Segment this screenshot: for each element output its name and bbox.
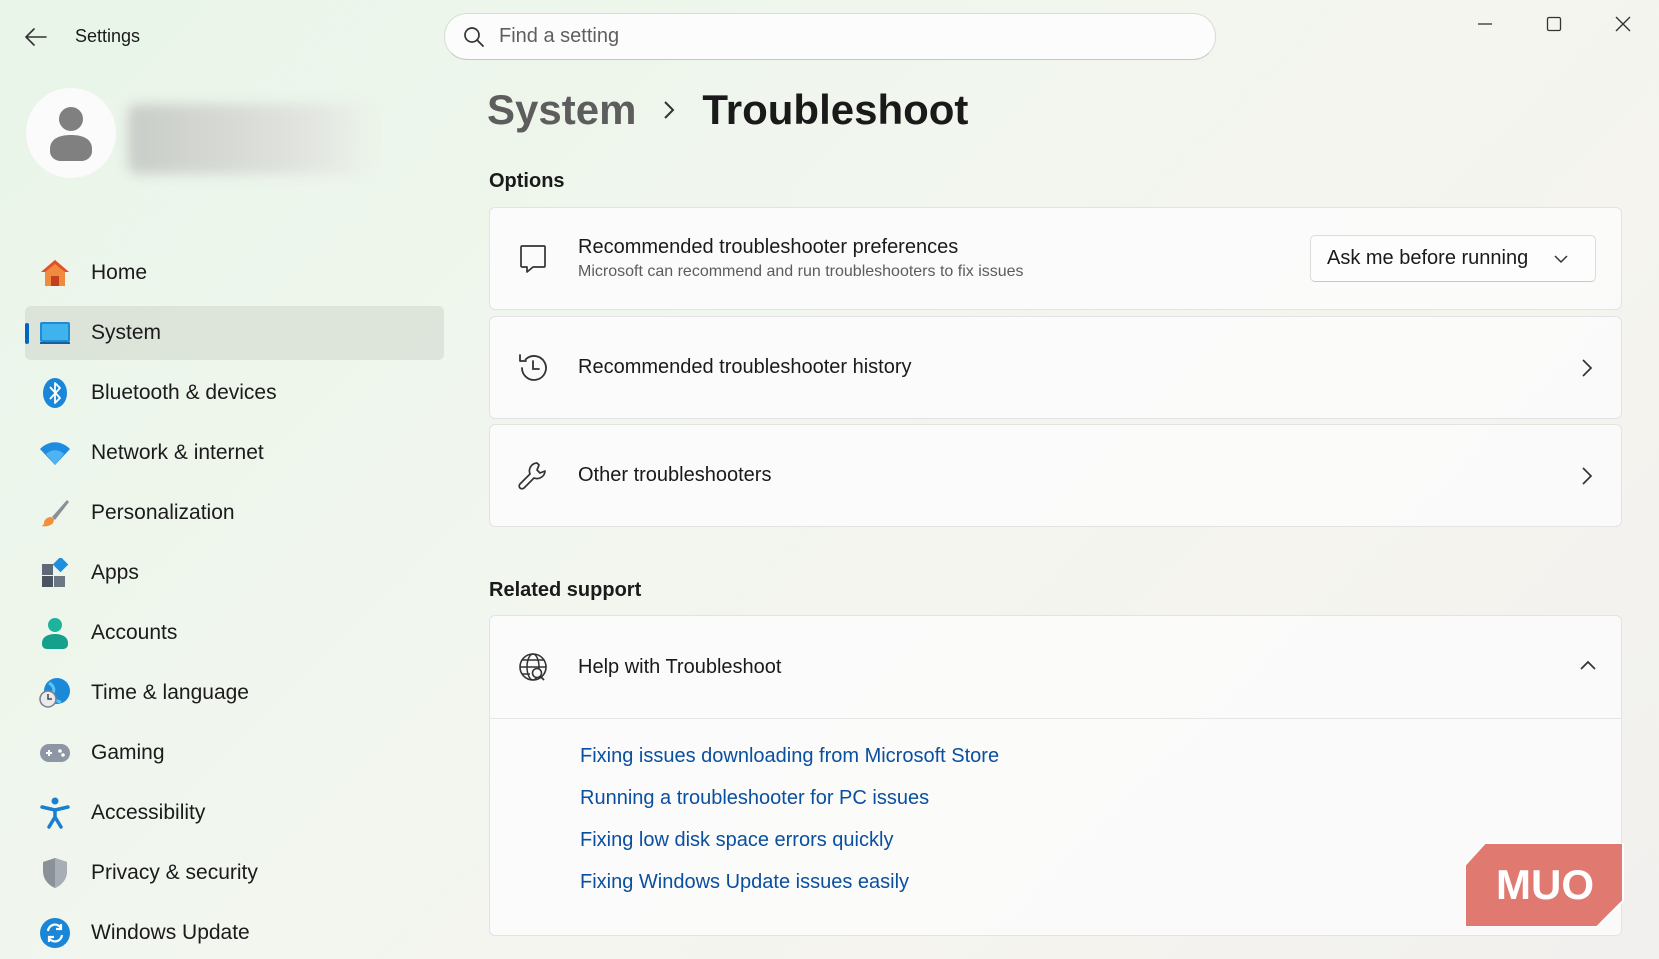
muo-watermark-text: MUO	[1496, 861, 1594, 908]
gamepad-icon	[38, 736, 72, 770]
system-icon	[38, 316, 72, 350]
chat-bubble-icon	[516, 242, 550, 276]
shield-icon	[38, 856, 72, 890]
page-title: Troubleshoot	[702, 86, 969, 133]
sidebar-item-time-language[interactable]: Time & language	[25, 666, 444, 720]
history-title: Recommended troubleshooter history	[578, 356, 912, 378]
chevron-down-icon	[1554, 255, 1568, 264]
help-link-microsoft-store[interactable]: Fixing issues downloading from Microsoft…	[580, 745, 1621, 768]
related-support-heading: Related support	[489, 579, 642, 601]
sidebar-item-network[interactable]: Network & internet	[25, 426, 444, 480]
troubleshooter-preference-dropdown[interactable]: Ask me before running	[1310, 235, 1596, 282]
update-icon	[38, 916, 72, 950]
history-icon	[516, 351, 550, 385]
chevron-right-icon	[1577, 466, 1597, 486]
minimize-button[interactable]	[1455, 8, 1515, 40]
dropdown-value: Ask me before running	[1327, 247, 1529, 269]
help-title: Help with Troubleshoot	[578, 655, 782, 678]
chevron-up-icon	[1579, 658, 1597, 676]
profile-name-redacted	[128, 104, 378, 174]
accounts-icon	[38, 616, 72, 650]
muo-watermark-logo: MUO	[1465, 843, 1624, 927]
help-link-pc-issues[interactable]: Running a troubleshooter for PC issues	[580, 787, 1621, 810]
sidebar-item-label: Accounts	[91, 621, 178, 644]
breadcrumb-system[interactable]: System	[487, 86, 636, 134]
back-button[interactable]	[20, 24, 52, 50]
sidebar-item-label: Network & internet	[91, 441, 264, 464]
troubleshooter-history-card[interactable]: Recommended troubleshooter history	[489, 316, 1622, 419]
sidebar-item-label: Accessibility	[91, 801, 206, 824]
sidebar-item-label: Apps	[91, 561, 139, 584]
sidebar-item-system[interactable]: System	[25, 306, 444, 360]
help-with-troubleshoot-card: Help with Troubleshoot Fixing issues dow…	[489, 615, 1622, 936]
close-button[interactable]	[1593, 8, 1653, 40]
troubleshooter-preferences-card: Recommended troubleshooter preferences M…	[489, 207, 1622, 310]
back-arrow-icon	[25, 28, 47, 46]
sidebar-item-home[interactable]: Home	[25, 246, 444, 300]
close-icon	[1615, 16, 1631, 32]
help-links-list: Fixing issues downloading from Microsoft…	[490, 719, 1621, 894]
preferences-subtitle: Microsoft can recommend and run troubles…	[578, 263, 1024, 280]
sidebar-item-label: Gaming	[91, 741, 165, 764]
sidebar-item-windows-update[interactable]: Windows Update	[25, 906, 444, 959]
sidebar-item-apps[interactable]: Apps	[25, 546, 444, 600]
chevron-right-icon	[662, 100, 676, 120]
home-icon	[38, 256, 72, 290]
wrench-icon	[516, 459, 550, 493]
search-box[interactable]	[444, 13, 1216, 60]
other-troubleshooters-title: Other troubleshooters	[578, 464, 772, 486]
sidebar-item-label: Home	[91, 261, 148, 284]
preferences-title: Recommended troubleshooter preferences	[578, 236, 959, 258]
time-language-icon	[38, 676, 72, 710]
sidebar-item-accessibility[interactable]: Accessibility	[25, 786, 444, 840]
maximize-icon	[1546, 16, 1562, 32]
breadcrumb: System Troubleshoot	[487, 86, 968, 134]
sidebar-item-label: Bluetooth & devices	[91, 381, 277, 404]
sidebar-item-label: Privacy & security	[91, 861, 258, 884]
other-troubleshooters-card[interactable]: Other troubleshooters	[489, 424, 1622, 527]
options-heading: Options	[489, 170, 565, 192]
sidebar-item-label: Time & language	[91, 681, 249, 704]
sidebar-item-personalization[interactable]: Personalization	[25, 486, 444, 540]
minimize-icon	[1478, 23, 1492, 25]
accessibility-icon	[38, 796, 72, 830]
sidebar-nav: Home System Bluetooth & devices Network …	[25, 246, 444, 959]
sidebar-item-accounts[interactable]: Accounts	[25, 606, 444, 660]
sidebar-item-bluetooth[interactable]: Bluetooth & devices	[25, 366, 444, 420]
apps-icon	[38, 556, 72, 590]
search-icon	[463, 26, 485, 48]
avatar[interactable]	[26, 88, 116, 178]
globe-search-icon	[516, 650, 550, 684]
brush-icon	[38, 496, 72, 530]
sidebar-item-label: System	[91, 321, 162, 344]
help-expander-header[interactable]: Help with Troubleshoot	[490, 616, 1621, 719]
search-input[interactable]	[499, 25, 1179, 48]
wifi-icon	[38, 436, 72, 470]
maximize-button[interactable]	[1524, 8, 1584, 40]
sidebar-item-label: Personalization	[91, 501, 235, 524]
bluetooth-icon	[38, 376, 72, 410]
sidebar-item-privacy-security[interactable]: Privacy & security	[25, 846, 444, 900]
sidebar-item-label: Windows Update	[91, 921, 250, 944]
sidebar-item-gaming[interactable]: Gaming	[25, 726, 444, 780]
user-icon	[50, 107, 92, 161]
chevron-right-icon	[1577, 358, 1597, 378]
app-title: Settings	[75, 26, 141, 46]
